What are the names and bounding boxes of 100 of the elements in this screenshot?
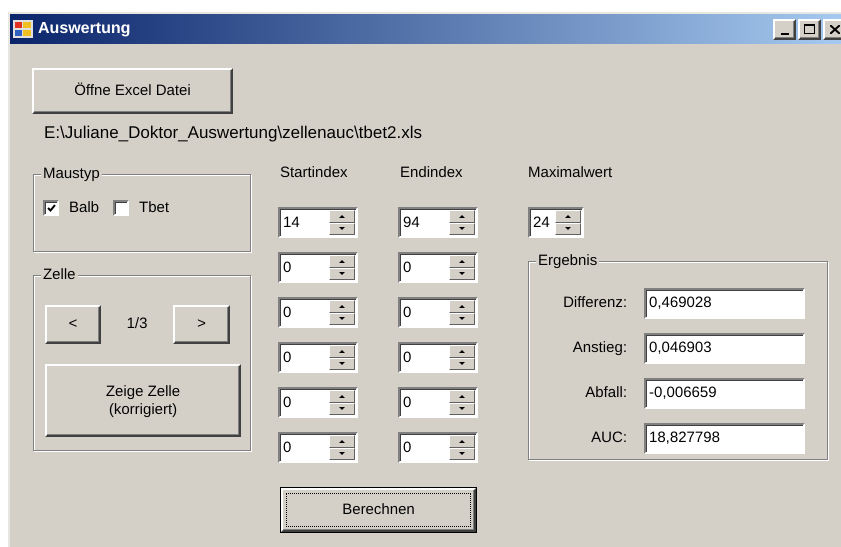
result-field[interactable]: -0,006659 (644, 378, 805, 409)
spinner-value: 0 (402, 350, 412, 365)
minimize-button[interactable] (773, 18, 796, 40)
down-arrow-icon (459, 317, 465, 320)
spinner-value: 0 (402, 395, 412, 410)
spinner-value: 0 (282, 440, 292, 455)
spin-down-button[interactable] (329, 358, 355, 370)
spin-up-button[interactable] (329, 300, 355, 312)
spin-up-button[interactable] (329, 435, 355, 448)
spin-up-button[interactable] (449, 435, 475, 448)
spinner-field[interactable]: 0 (278, 252, 358, 283)
spin-up-button[interactable] (449, 210, 475, 222)
close-icon (830, 24, 840, 34)
up-arrow-icon (339, 350, 345, 353)
spinner-value: 14 (282, 215, 301, 230)
spinner-field[interactable]: 0 (398, 252, 478, 283)
result-label: Anstieg: (572, 338, 627, 358)
result-label: Abfall: (584, 383, 627, 404)
spinner-field[interactable]: 0 (398, 387, 478, 418)
open-excel-button[interactable]: Öffne Excel Datei (32, 68, 233, 114)
spinner-value: 0 (402, 305, 412, 320)
result-field[interactable]: 18,827798 (644, 423, 805, 454)
spin-down-button[interactable] (555, 222, 581, 235)
spinner-value: 24 (532, 215, 551, 230)
checkbox-label: Tbet (139, 198, 170, 218)
down-arrow-icon (339, 407, 345, 410)
spinner-field[interactable]: 24 (528, 207, 584, 238)
spin-down-button[interactable] (329, 268, 355, 280)
result-label: AUC: (590, 428, 627, 448)
spinner-value: 0 (282, 305, 292, 320)
spinner-field[interactable]: 0 (278, 387, 358, 418)
up-arrow-icon (459, 394, 465, 398)
spin-up-button[interactable] (329, 255, 355, 268)
spin-down-button[interactable] (329, 312, 355, 325)
spinner-field[interactable]: 0 (398, 432, 478, 463)
spinner-value: 0 (402, 440, 412, 455)
calculate-button[interactable]: Berechnen (280, 487, 477, 533)
down-arrow-icon (459, 272, 465, 276)
spin-up-button[interactable] (449, 300, 475, 312)
up-arrow-icon (339, 214, 345, 218)
up-arrow-icon (339, 394, 345, 398)
spin-down-button[interactable] (449, 358, 475, 370)
spin-down-button[interactable] (329, 402, 355, 415)
down-arrow-icon (339, 452, 345, 456)
file-path: E:\Juliane_Doktor_Auswertung\zellenauc\tbet2.xls (44, 122, 423, 144)
down-arrow-icon (339, 362, 345, 366)
spin-up-button[interactable] (449, 345, 475, 358)
maximize-icon (804, 24, 815, 34)
up-arrow-icon (339, 260, 345, 263)
result-field[interactable]: 0,046903 (644, 333, 805, 364)
spin-up-button[interactable] (329, 345, 355, 358)
down-arrow-icon (339, 227, 345, 230)
up-arrow-icon (459, 350, 465, 353)
spin-down-button[interactable] (329, 448, 355, 460)
spinner-field[interactable]: 0 (398, 342, 478, 373)
next-button[interactable]: > (173, 305, 230, 344)
down-arrow-icon (459, 362, 465, 366)
spin-down-button[interactable] (449, 448, 475, 460)
spinner-field[interactable]: 0 (278, 342, 358, 373)
spin-down-button[interactable] (449, 312, 475, 325)
maximize-button[interactable] (798, 18, 821, 40)
down-arrow-icon (339, 317, 345, 320)
group-title: Ergebnis (536, 251, 600, 271)
spinner-field[interactable]: 0 (398, 297, 478, 328)
spin-up-button[interactable] (555, 210, 581, 222)
up-arrow-icon (459, 440, 465, 443)
spin-down-button[interactable] (329, 222, 355, 235)
up-arrow-icon (565, 214, 571, 218)
spin-down-button[interactable] (449, 268, 475, 280)
checkbox[interactable] (113, 200, 130, 216)
down-arrow-icon (459, 227, 465, 230)
result-field[interactable]: 0,469028 (644, 288, 805, 319)
checkbox[interactable] (43, 200, 59, 216)
up-arrow-icon (459, 214, 465, 218)
show-cell-button[interactable]: Zeige Zelle (korrigiert) (45, 364, 241, 437)
spin-up-button[interactable] (449, 390, 475, 402)
column-label: Endindex (400, 163, 464, 183)
spin-up-button[interactable] (329, 210, 355, 222)
spinner-field[interactable]: 0 (278, 432, 358, 463)
window-title: Auswertung (38, 19, 130, 39)
checkbox-label: Balb (69, 198, 100, 218)
spinner-value: 0 (282, 395, 292, 410)
close-button[interactable] (823, 18, 841, 40)
spinner-value: 0 (402, 260, 412, 275)
spinner-field[interactable]: 0 (278, 297, 358, 328)
up-arrow-icon (339, 440, 345, 443)
cell-counter: 1/3 (126, 314, 148, 334)
spin-up-button[interactable] (449, 255, 475, 268)
maximalwert-label: Maximalwert (528, 163, 614, 183)
down-arrow-icon (459, 407, 465, 410)
spin-up-button[interactable] (329, 390, 355, 402)
column-label: Startindex (280, 163, 349, 183)
spin-down-button[interactable] (449, 402, 475, 415)
down-arrow-icon (459, 452, 465, 456)
spinner-field[interactable]: 94 (398, 207, 478, 238)
spinner-field[interactable]: 14 (278, 207, 358, 238)
up-arrow-icon (339, 304, 345, 308)
spin-down-button[interactable] (449, 222, 475, 235)
spinner-value: 0 (282, 260, 292, 275)
previous-button[interactable]: < (45, 305, 101, 344)
